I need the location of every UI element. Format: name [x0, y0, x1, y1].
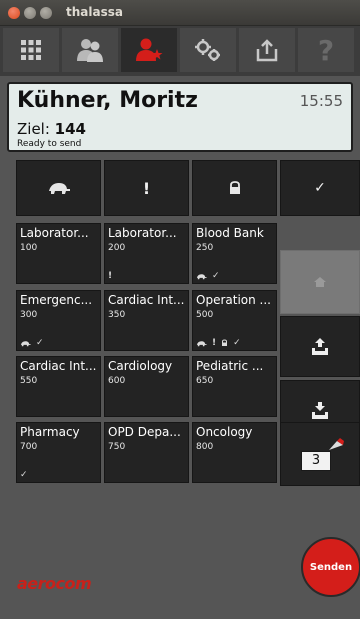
destination-tile[interactable]: Oncology 800	[192, 422, 277, 483]
destination-tile[interactable]: Laborator... 200 !	[104, 223, 189, 284]
upload-action-button[interactable]	[280, 316, 360, 377]
lock-flag-icon	[222, 339, 228, 346]
home-icon	[314, 277, 326, 287]
check-icon: ✓	[314, 180, 326, 196]
destination-code: 650	[196, 376, 214, 386]
export-icon	[256, 39, 278, 62]
window-title: thalassa	[66, 5, 123, 19]
contacts-button[interactable]	[62, 28, 118, 72]
help-icon: ?	[317, 33, 335, 67]
destination-tile[interactable]: Emergenc... 300 ✓	[16, 290, 101, 351]
destination-code: 350	[108, 310, 126, 320]
close-window-button[interactable]	[8, 7, 20, 19]
target-line: Ziel: 144	[17, 120, 86, 138]
destination-tile[interactable]: Laborator... 100	[16, 223, 101, 284]
add-contact-icon	[136, 38, 163, 61]
destination-code: 500	[196, 310, 214, 320]
upload-tray-icon	[312, 337, 328, 355]
check-flag-icon: ✓	[233, 338, 241, 348]
settings-button[interactable]	[180, 28, 236, 72]
main-toolbar: ?	[0, 26, 360, 76]
destination-tile[interactable]: OPD Depa... 750	[104, 422, 189, 483]
patient-header: Kühner, Moritz 15:55 Ziel: 144 Ready to …	[7, 82, 353, 152]
destination-code: 800	[196, 442, 214, 452]
destination-tile[interactable]: Blood Bank 250 ✓	[192, 223, 277, 284]
destination-name: OPD Depa...	[108, 425, 181, 439]
destination-tile[interactable]: Pharmacy 700 ✓	[16, 422, 101, 483]
destination-code: 750	[108, 442, 126, 452]
destination-name: Operation ...	[196, 293, 271, 307]
destination-name: Cardiac Int...	[108, 293, 185, 307]
app-body: ? Kühner, Moritz 15:55 Ziel: 144 Ready t…	[0, 26, 360, 619]
window-titlebar: thalassa	[0, 0, 360, 26]
settings-icon	[195, 39, 220, 61]
download-tray-icon	[312, 401, 328, 419]
destination-name: Pediatric ...	[196, 359, 264, 373]
destination-name: Emergenc...	[20, 293, 93, 307]
destination-tile[interactable]: Cardiac Int... 550	[16, 356, 101, 417]
priority-button[interactable]: !	[104, 160, 189, 216]
grid-icon	[21, 40, 41, 60]
priority-flag-icon: !	[212, 338, 217, 348]
destination-code: 200	[108, 243, 126, 253]
turtle-flag-icon	[20, 340, 31, 346]
contacts-icon	[77, 39, 103, 62]
priority-flag-icon: !	[108, 271, 113, 281]
turtle-flag-icon	[196, 340, 207, 346]
message-counter-button[interactable]: 3	[280, 422, 360, 486]
disabled-slot	[280, 250, 360, 314]
add-contact-button[interactable]	[121, 28, 177, 72]
check-flag-icon: ✓	[20, 470, 28, 480]
target-value: 144	[54, 120, 86, 138]
check-flag-icon: ✓	[212, 271, 220, 281]
check-flag-icon: ✓	[36, 338, 44, 348]
maximize-window-button[interactable]	[40, 7, 52, 19]
notification-icon	[329, 438, 344, 450]
destination-code: 250	[196, 243, 214, 253]
destination-code: 600	[108, 376, 126, 386]
destination-name: Cardiology	[108, 359, 173, 373]
destination-name: Cardiac Int...	[20, 359, 97, 373]
destination-code: 550	[20, 376, 38, 386]
destination-code: 700	[20, 442, 38, 452]
destination-name: Laborator...	[20, 226, 89, 240]
target-label: Ziel:	[17, 120, 55, 138]
destination-tile[interactable]: Operation ... 500 ! ✓	[192, 290, 277, 351]
destination-tile[interactable]: Pediatric ... 650	[192, 356, 277, 417]
destination-tile[interactable]: Cardiology 600	[104, 356, 189, 417]
aerocom-logo: aerocom	[17, 574, 92, 593]
priority-icon: !	[142, 178, 151, 198]
destination-name: Blood Bank	[196, 226, 264, 240]
help-button[interactable]: ?	[298, 28, 354, 72]
patient-name: Kühner, Moritz	[17, 88, 198, 113]
export-button[interactable]	[239, 28, 295, 72]
destination-name: Laborator...	[108, 226, 177, 240]
turtle-flag-icon	[196, 273, 207, 279]
destination-tile[interactable]: Cardiac Int... 350	[104, 290, 189, 351]
destination-code: 100	[20, 243, 38, 253]
message-count: 3	[301, 451, 331, 471]
destination-name: Pharmacy	[20, 425, 80, 439]
lock-button[interactable]	[192, 160, 277, 216]
destination-name: Oncology	[196, 425, 253, 439]
clock-time: 15:55	[299, 92, 343, 110]
destination-code: 300	[20, 310, 38, 320]
minimize-window-button[interactable]	[24, 7, 36, 19]
lock-icon	[229, 181, 240, 194]
grid-view-button[interactable]	[3, 28, 59, 72]
slow-mode-button[interactable]	[16, 160, 101, 216]
send-status: Ready to send	[17, 139, 82, 149]
confirm-button[interactable]: ✓	[280, 160, 360, 216]
send-button[interactable]: Senden	[301, 537, 360, 597]
turtle-icon	[48, 183, 70, 194]
